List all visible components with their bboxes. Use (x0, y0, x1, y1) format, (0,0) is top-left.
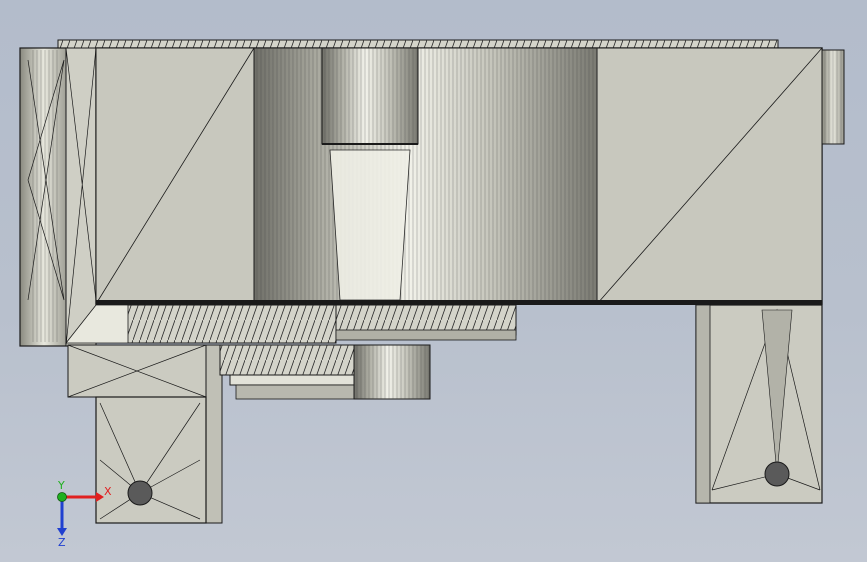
x-axis-label: X (104, 485, 112, 498)
model-drawing: X Y Z (19, 39, 845, 549)
z-axis-label: Z (58, 536, 66, 549)
left-leg-hole (127, 480, 153, 506)
z-arrow-head (57, 528, 67, 536)
left-end-cap (19, 47, 97, 347)
y-axis-label: Y (57, 479, 65, 492)
lower-thread-band (65, 304, 517, 344)
main-body (95, 47, 823, 305)
right-flange (821, 49, 845, 145)
right-leg (695, 304, 823, 504)
cad-viewport[interactable]: X Y Z (0, 0, 867, 562)
y-axis-dot (57, 492, 67, 502)
right-leg-hole (764, 461, 790, 487)
middle-step (219, 344, 431, 400)
left-leg (95, 396, 207, 524)
